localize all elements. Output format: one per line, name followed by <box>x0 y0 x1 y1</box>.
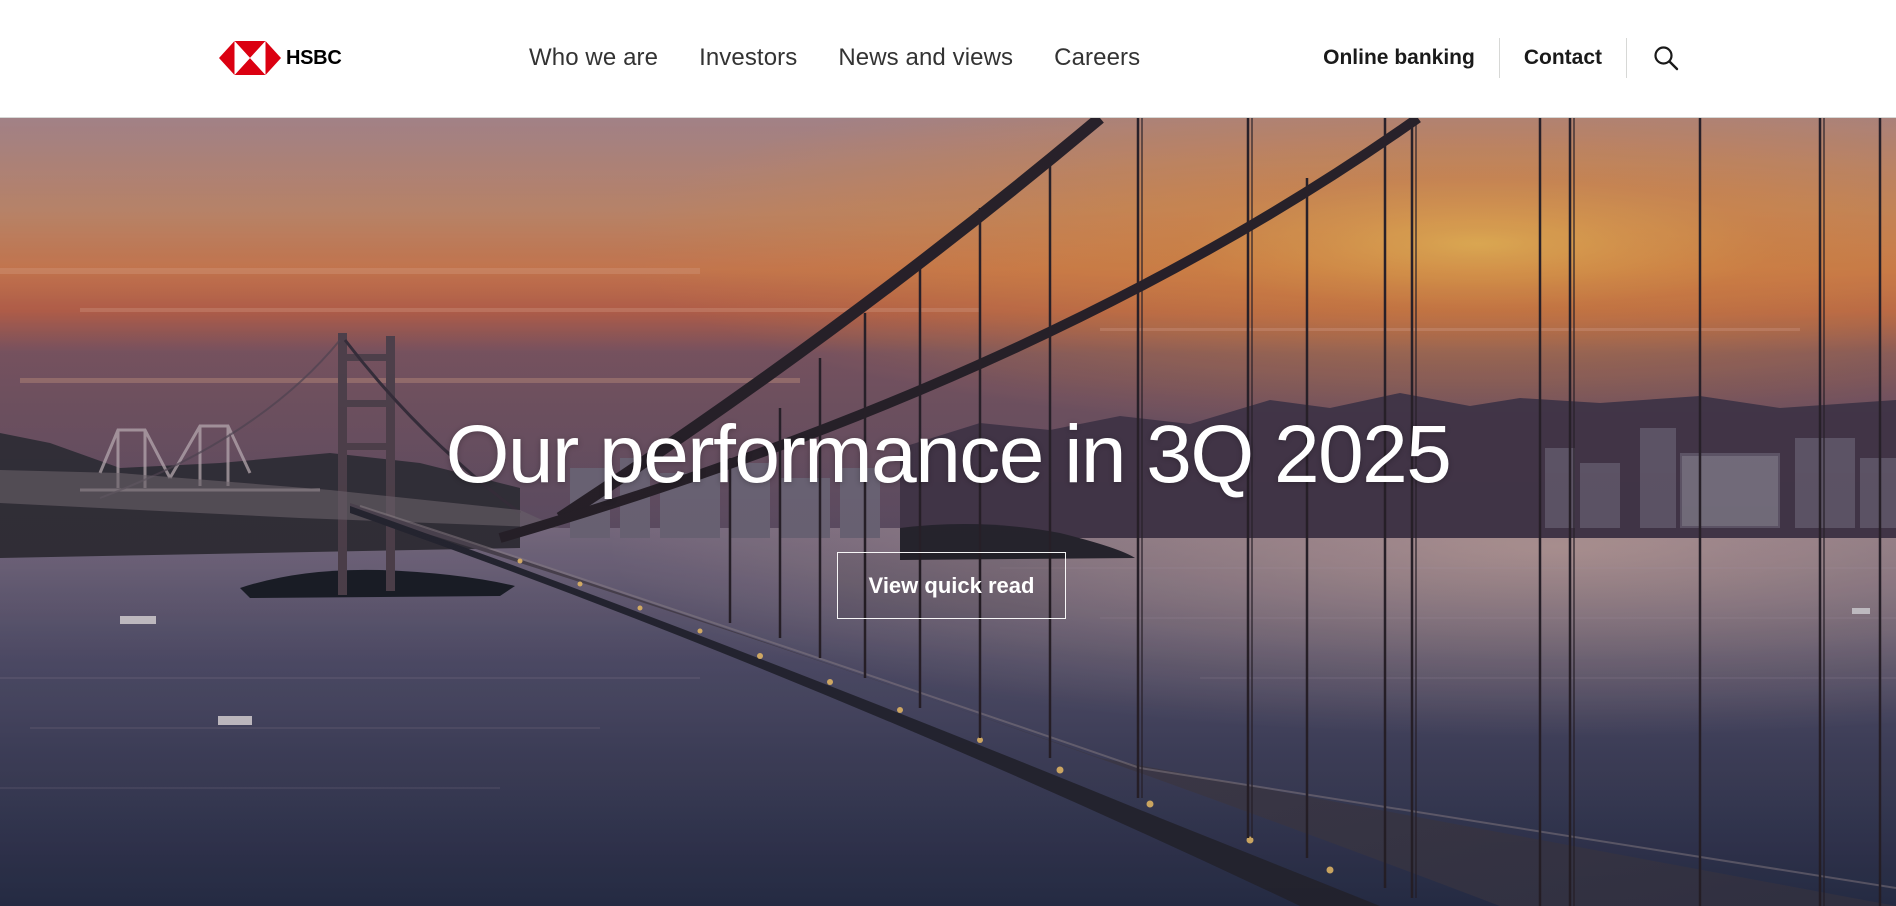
hsbc-hexagon-logo-icon <box>219 41 281 75</box>
site-header: HSBC Who we are Investors News and views… <box>0 0 1896 118</box>
nav-link-investors[interactable]: Investors <box>699 44 797 72</box>
contact-link[interactable]: Contact <box>1524 46 1602 70</box>
nav-link-news-and-views[interactable]: News and views <box>838 44 1013 72</box>
nav-link-who-we-are[interactable]: Who we are <box>529 44 658 72</box>
brand-name: HSBC <box>286 46 342 69</box>
hero-bridge-photo <box>0 118 1896 906</box>
utility-divider <box>1626 38 1627 78</box>
main-navigation: Who we are Investors News and views Care… <box>529 0 1140 116</box>
hero-banner: Our performance in 3Q 2025 View quick re… <box>0 118 1896 906</box>
utility-divider <box>1498 38 1500 78</box>
search-button[interactable] <box>1651 43 1681 73</box>
view-quick-read-button[interactable]: View quick read <box>837 552 1066 619</box>
online-banking-link[interactable]: Online banking <box>1323 46 1475 70</box>
hero-title: Our performance in 3Q 2025 <box>445 409 1452 500</box>
utility-navigation: Online banking Contact <box>1323 0 1681 116</box>
search-icon <box>1654 46 1679 71</box>
hsbc-logo-link[interactable]: HSBC <box>219 41 342 75</box>
nav-link-careers[interactable]: Careers <box>1054 44 1140 72</box>
